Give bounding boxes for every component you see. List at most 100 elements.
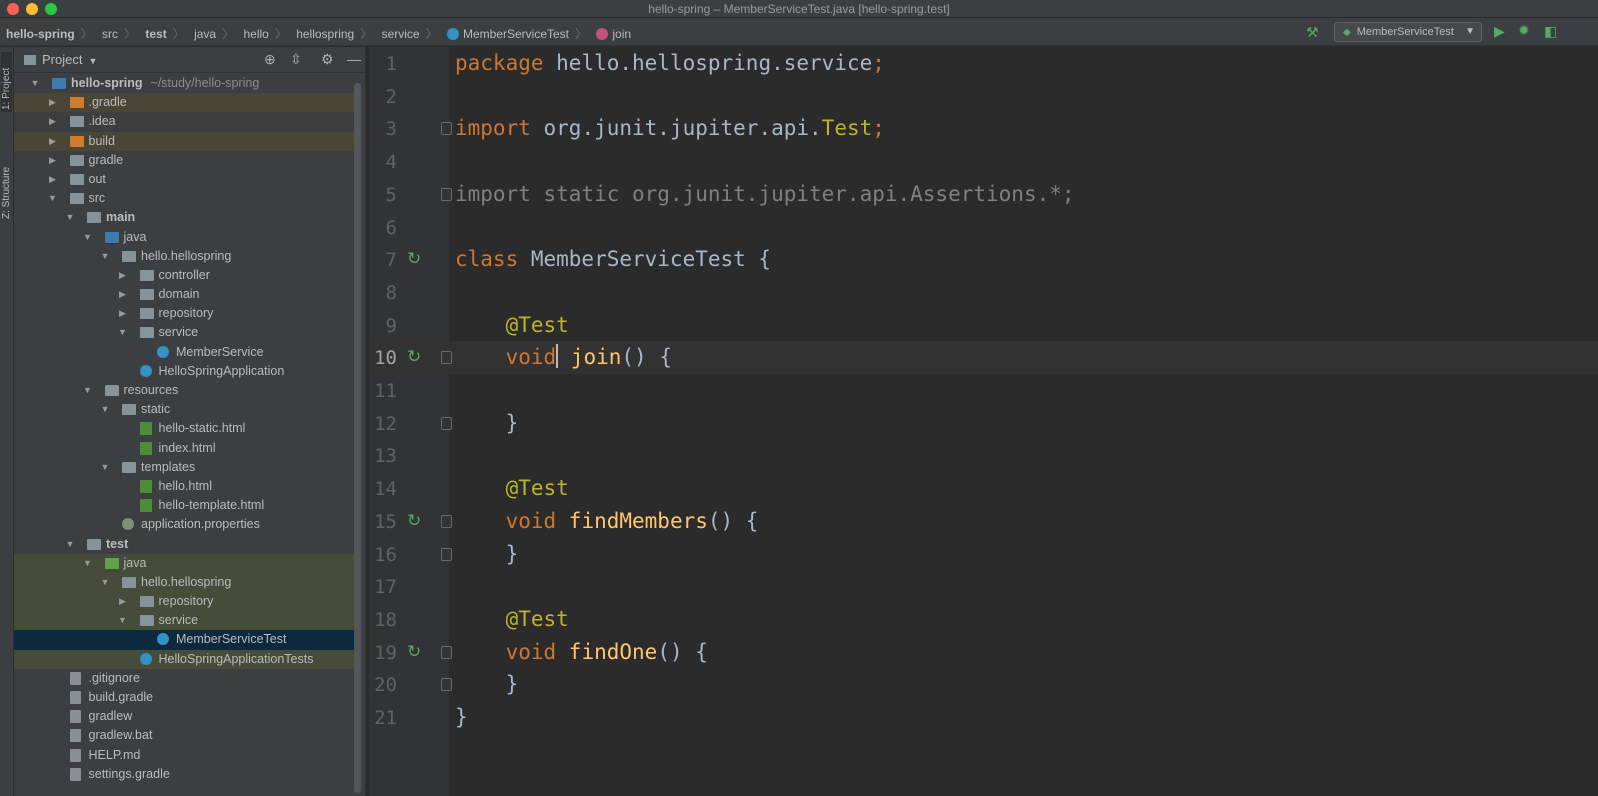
breadcrumb-project[interactable]: hello-spring (6, 27, 75, 41)
collapse-arrow-icon[interactable]: ▶ (48, 151, 58, 170)
tree-item[interactable]: MemberService (14, 343, 354, 362)
tree-item[interactable]: settings.gradle (14, 765, 354, 784)
expand-arrow-icon[interactable]: ▼ (48, 189, 58, 208)
code-line[interactable]: 18 @Test (369, 603, 1598, 636)
expand-arrow-icon[interactable]: ▼ (83, 381, 93, 400)
code-line[interactable]: 6 (369, 211, 1598, 244)
tree-item[interactable]: ▶ repository (14, 304, 354, 323)
expand-arrow-icon[interactable]: ▼ (65, 535, 75, 554)
tree-item[interactable]: build.gradle (14, 688, 354, 707)
tree-item[interactable]: ▼ java (14, 553, 354, 573)
breadcrumb-test[interactable]: test (145, 27, 166, 41)
breadcrumb-src[interactable]: src (102, 27, 118, 41)
tree-item[interactable]: gradlew.bat (14, 726, 354, 745)
tree-item[interactable]: ▶ build (14, 131, 354, 151)
tree-item[interactable]: ▼ main (14, 208, 354, 227)
expand-arrow-icon[interactable]: ▼ (100, 458, 110, 477)
tree-item[interactable]: ▶ gradle (14, 151, 354, 170)
collapse-arrow-icon[interactable]: ▶ (118, 304, 128, 323)
code-line[interactable]: 14 @Test (369, 472, 1598, 505)
project-view-selector[interactable]: Project ▼ (24, 52, 97, 67)
expand-arrow-icon[interactable]: ▼ (100, 573, 110, 592)
tree-item[interactable]: ▶ out (14, 170, 354, 189)
run-test-gutter-icon[interactable]: ↻ (407, 347, 421, 367)
tree-item[interactable]: ▶ repository (14, 592, 354, 612)
tree-item[interactable]: ▼ src (14, 189, 354, 208)
tree-item[interactable]: ▶ .gradle (14, 93, 354, 113)
code-line[interactable]: 1 package hello.hellospring.service; (369, 47, 1598, 80)
fold-marker-icon[interactable] (441, 416, 452, 430)
tree-item[interactable]: ▼ hello-spring ~/study/hello-spring (14, 74, 354, 93)
code-line[interactable]: 21} (369, 701, 1598, 734)
code-line[interactable]: 4 (369, 145, 1598, 178)
tree-item[interactable]: ▼ java (14, 228, 354, 247)
tree-item[interactable]: HelloSpringApplication (14, 362, 354, 381)
run-test-gutter-icon[interactable]: ↻ (407, 511, 421, 531)
code-line[interactable]: 9 @Test (369, 309, 1598, 342)
breadcrumb-method[interactable]: join (612, 27, 631, 41)
code-line[interactable]: 8 (369, 276, 1598, 309)
tree-item[interactable]: ▶ controller (14, 266, 354, 285)
expand-arrow-icon[interactable]: ▼ (100, 247, 110, 266)
locate-target-icon[interactable]: ⊕ (264, 51, 276, 68)
code-line[interactable]: 2 (369, 80, 1598, 113)
code-line[interactable]: 7 ↻ class MemberServiceTest { (369, 243, 1598, 276)
code-line[interactable]: 20 } (369, 668, 1598, 701)
run-test-gutter-icon[interactable]: ↻ (407, 249, 421, 269)
tree-item[interactable]: ▼ service (14, 323, 354, 342)
tree-item[interactable]: hello.html (14, 477, 354, 496)
code-line[interactable]: 16 } (369, 538, 1598, 571)
expand-arrow-icon[interactable]: ▼ (30, 74, 40, 93)
expand-arrow-icon[interactable]: ▼ (83, 228, 93, 247)
build-hammer-icon[interactable]: ⚒ (1306, 24, 1319, 41)
run-with-coverage-icon[interactable]: ◧ (1544, 23, 1557, 40)
fold-marker-icon[interactable] (441, 514, 452, 528)
tree-item[interactable]: ▼ test (14, 535, 354, 554)
tab-structure[interactable]: Z: Structure (1, 139, 12, 219)
collapse-arrow-icon[interactable]: ▶ (48, 93, 58, 112)
expand-arrow-icon[interactable]: ▼ (65, 208, 75, 227)
collapse-arrow-icon[interactable]: ▶ (48, 170, 58, 189)
code-line[interactable]: 15 ↻ void findMembers() { (369, 505, 1598, 538)
fold-marker-icon[interactable] (441, 678, 452, 692)
expand-arrow-icon[interactable]: ▼ (83, 554, 93, 573)
breadcrumb-service[interactable]: service (382, 27, 420, 41)
tree-item[interactable]: ▼ hello.hellospring (14, 247, 354, 266)
run-test-gutter-icon[interactable]: ↻ (407, 642, 421, 662)
expand-arrow-icon[interactable]: ▼ (100, 400, 110, 419)
run-configuration-select[interactable]: ◆ MemberServiceTest ▼ (1334, 22, 1482, 42)
code-editor[interactable]: 1 package hello.hellospring.service; 2 3 imp… (369, 47, 1598, 796)
code-line[interactable]: 13 (369, 439, 1598, 472)
code-line[interactable]: 3 import org.junit.jupiter.api.Test; (369, 112, 1598, 145)
hide-panel-icon[interactable]: — (347, 51, 361, 67)
fold-marker-icon[interactable] (441, 122, 452, 136)
tree-item[interactable]: ▼ service (14, 611, 354, 631)
tree-item[interactable]: ▶ .idea (14, 112, 354, 131)
code-line[interactable]: 5 import static org.junit.jupiter.api.Ass… (369, 178, 1598, 211)
fold-marker-icon[interactable] (441, 187, 452, 201)
code-line[interactable]: 19 ↻ void findOne() { (369, 636, 1598, 669)
tree-item[interactable]: hello-template.html (14, 496, 354, 515)
collapse-arrow-icon[interactable]: ▶ (48, 132, 58, 151)
code-line[interactable]: 10 ↻ void join() { (369, 341, 1598, 374)
tree-item[interactable]: .gitignore (14, 669, 354, 688)
expand-arrow-icon[interactable]: ▼ (118, 611, 128, 630)
tree-item[interactable]: hello-static.html (14, 419, 354, 438)
breadcrumb-class[interactable]: MemberServiceTest (463, 27, 569, 41)
breadcrumb-java[interactable]: java (194, 27, 216, 41)
tree-item[interactable]: gradlew (14, 707, 354, 726)
tree-item[interactable]: HELP.md (14, 746, 354, 765)
tree-item[interactable]: HelloSpringApplicationTests (14, 649, 354, 669)
code-line[interactable]: 12 } (369, 407, 1598, 440)
gear-icon[interactable]: ⚙ (321, 51, 334, 68)
tree-item[interactable]: MemberServiceTest (14, 630, 354, 650)
collapse-arrow-icon[interactable]: ▶ (118, 285, 128, 304)
collapse-arrow-icon[interactable]: ▶ (48, 112, 58, 131)
breadcrumb-hellospring[interactable]: hellospring (296, 27, 354, 41)
fold-marker-icon[interactable] (441, 645, 452, 659)
tree-item[interactable]: application.properties (14, 515, 354, 534)
tree-item[interactable]: ▶ domain (14, 285, 354, 304)
run-icon[interactable]: ▶ (1494, 23, 1505, 40)
code-line[interactable]: 11 (369, 374, 1598, 407)
debug-icon[interactable]: ✹ (1518, 22, 1530, 39)
